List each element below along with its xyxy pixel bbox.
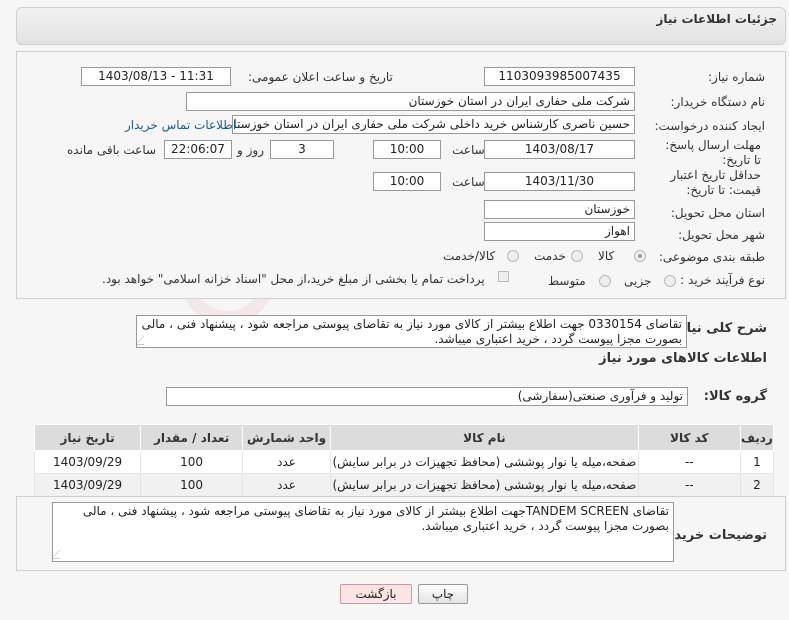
deadline-time-label: ساعت <box>452 143 485 157</box>
creator-label: ایجاد کننده درخواست: <box>654 119 765 133</box>
print-button[interactable]: چاپ <box>418 584 468 604</box>
province-label: استان محل تحویل: <box>670 206 765 220</box>
description-label: شرح کلی نیاز: <box>673 321 767 336</box>
treasury-payment-checkbox[interactable] <box>498 271 509 282</box>
category-radio-goods-service[interactable] <box>507 250 519 262</box>
category-option-service: خدمت <box>534 249 566 263</box>
cell-qty: 100 <box>140 473 244 497</box>
creator-field: حسین ناصری کارشناس خرید داخلی شرکت ملی ح… <box>232 115 635 134</box>
goods-section-title: اطلاعات کالاهای مورد نیاز <box>599 351 767 366</box>
table-row: 1 -- صفحه،میله یا نوار پوششی (محافظ تجهی… <box>33 450 775 474</box>
table-row: 2 -- صفحه،میله یا نوار پوششی (محافظ تجهی… <box>33 473 775 497</box>
cell-unit: عدد <box>242 473 331 497</box>
buyer-notes-textarea: تقاضای TANDEM SCREENجهت اطلاع بیشتر از ک… <box>52 502 674 562</box>
cell-qty: 100 <box>140 450 244 474</box>
category-label: طبقه بندی موضوعی: <box>658 250 765 264</box>
cell-code: -- <box>637 450 741 474</box>
days-field: 3 <box>270 140 334 159</box>
cell-date: 1403/09/29 <box>33 450 142 474</box>
city-label: شهر محل تحویل: <box>678 228 765 242</box>
deadline-date-field: 1403/08/17 <box>484 140 635 159</box>
deadline-time-field: 10:00 <box>373 140 441 159</box>
goods-group-label: گروه کالا: <box>703 389 767 404</box>
process-radio-medium[interactable] <box>599 275 611 287</box>
cell-date: 1403/09/29 <box>33 473 142 497</box>
need-number-label: شماره نیاز: <box>708 70 765 84</box>
cell-code: -- <box>637 473 741 497</box>
process-label: نوع فرآیند خرید : <box>680 273 765 287</box>
goods-table: ردیف کد کالا نام کالا واحد شمارش تعداد /… <box>33 424 775 497</box>
buyer-field: شرکت ملی حفاری ایران در استان خوزستان <box>186 92 635 111</box>
days-label: روز و <box>237 143 264 157</box>
remaining-label: ساعت باقی مانده <box>67 143 157 157</box>
back-button[interactable]: بازگشت <box>340 584 412 604</box>
col-row: ردیف <box>739 424 775 451</box>
process-radio-minor[interactable] <box>664 275 676 287</box>
cell-unit: عدد <box>242 450 331 474</box>
buyer-contact-link[interactable]: اطلاعات تماس خریدار <box>125 118 236 132</box>
category-option-goods-service: کالا/خدمت <box>443 249 496 263</box>
col-date: تاریخ نیاز <box>33 424 142 451</box>
goods-table-header: ردیف کد کالا نام کالا واحد شمارش تعداد /… <box>33 424 775 451</box>
province-field: خوزستان <box>484 200 635 219</box>
cell-row: 2 <box>739 473 775 497</box>
category-radio-service[interactable] <box>571 250 583 262</box>
validity-date-field: 1403/11/30 <box>484 172 635 191</box>
need-number-field: 1103093985007435 <box>484 67 635 86</box>
page-title: جزئیات اطلاعات نیاز <box>656 12 777 26</box>
category-option-goods: کالا <box>598 249 615 263</box>
remaining-time-field: 22:06:07 <box>164 140 232 159</box>
validity-time-label: ساعت <box>452 175 485 189</box>
buyer-label: نام دستگاه خریدار: <box>670 95 766 109</box>
process-option-minor: جزیی <box>624 274 652 288</box>
treasury-payment-note: پرداخت تمام یا بخشی از مبلغ خرید،از محل … <box>102 272 485 286</box>
buyer-notes-text: تقاضای TANDEM SCREENجهت اطلاع بیشتر از ک… <box>82 504 669 533</box>
process-option-medium: متوسط <box>548 274 586 288</box>
category-radio-goods[interactable] <box>634 250 646 262</box>
announce-label: تاریخ و ساعت اعلان عمومی: <box>248 70 393 84</box>
cell-name: صفحه،میله یا نوار پوششی (محافظ تجهیزات د… <box>329 473 639 497</box>
announce-field: 1403/08/13 - 11:31 <box>81 67 231 86</box>
description-textarea: تقاضای 0330154 جهت اطلاع بیشتر از کالای … <box>136 315 687 348</box>
description-text: تقاضای 0330154 جهت اطلاع بیشتر از کالای … <box>141 317 682 346</box>
cell-name: صفحه،میله یا نوار پوششی (محافظ تجهیزات د… <box>329 450 639 474</box>
col-code: کد کالا <box>637 424 741 451</box>
goods-group-field: تولید و فرآوری صنعتی(سفارشی) <box>166 387 688 406</box>
validity-label: حداقل تاریخ اعتبار قیمت: تا تاریخ: <box>670 168 761 197</box>
col-unit: واحد شمارش <box>242 424 331 451</box>
cell-row: 1 <box>739 450 775 474</box>
col-qty: تعداد / مقدار <box>140 424 244 451</box>
city-field: اهواز <box>484 222 635 241</box>
validity-time-field: 10:00 <box>373 172 441 191</box>
col-name: نام کالا <box>329 424 639 451</box>
deadline-label: مهلت ارسال پاسخ: تا تاریخ: <box>665 138 761 167</box>
